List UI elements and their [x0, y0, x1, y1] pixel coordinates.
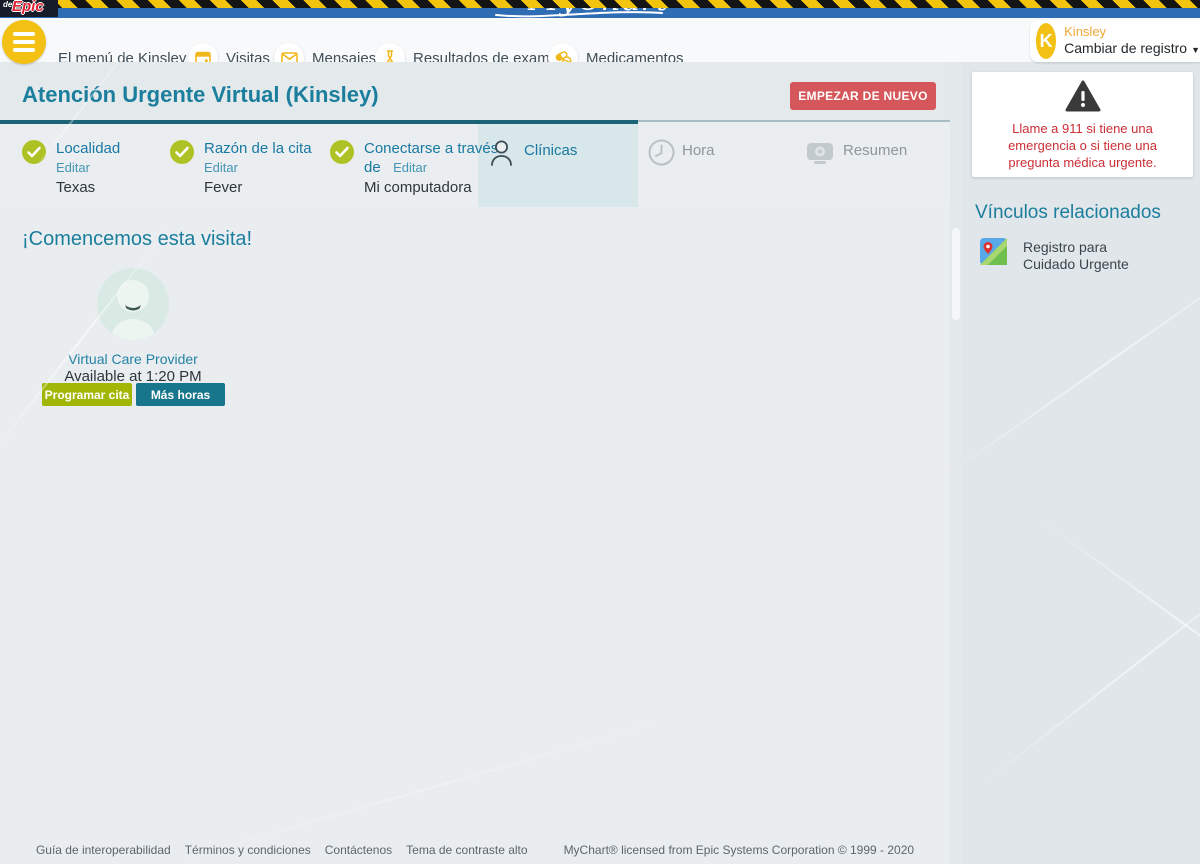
- user-switch-chip[interactable]: K Kinsley Cambiar de registro▼: [1030, 20, 1200, 62]
- edit-location-link[interactable]: Editar: [56, 160, 90, 176]
- emergency-notice-text: Llame a 911 si tiene una emergencia o si…: [972, 118, 1193, 171]
- provider-avatar: [97, 268, 169, 340]
- switch-record-label: Cambiar de registro▼: [1064, 40, 1200, 58]
- warning-triangle-icon: [1065, 80, 1101, 113]
- step-title: Razón de la cita: [204, 140, 312, 158]
- mychart-swoosh-icon: [494, 9, 664, 18]
- clock-icon: [648, 139, 675, 166]
- nav-bar: El menú de Kinsley Visitas Mensajes: [0, 18, 1200, 62]
- step-value: Texas: [56, 179, 120, 197]
- visit-heading: ¡Comencemos esta visita!: [22, 228, 252, 251]
- webcam-icon: [806, 143, 834, 164]
- footer-link-contact[interactable]: Contáctenos: [325, 843, 392, 857]
- step-title: Conectarse a través: [364, 140, 498, 158]
- schedule-appointment-button[interactable]: Programar cita: [42, 383, 132, 406]
- mychart-app: MyChart de Epic El menú de Kinsley Visit…: [0, 0, 1200, 864]
- check-icon: [170, 140, 194, 164]
- step-conectarse: Conectarse a través de Editar Mi computa…: [330, 140, 498, 197]
- step-resumen-label: Resumen: [843, 142, 907, 159]
- license-text: MyChart® licensed from Epic Systems Corp…: [564, 843, 915, 857]
- step-title-line2: de: [364, 159, 381, 176]
- start-over-button[interactable]: EMPEZAR DE NUEVO: [790, 82, 936, 110]
- footer: Guía de interoperabilidad Términos y con…: [0, 843, 950, 857]
- chevron-down-icon: ▼: [1191, 45, 1200, 55]
- step-value: Fever: [204, 179, 312, 197]
- step-clinicas-label: Clínicas: [524, 142, 577, 159]
- background-streak: [160, 716, 680, 864]
- epic-logo-prefix: de: [3, 0, 12, 9]
- urgent-care-registration-link[interactable]: Registro para Cuidado Urgente: [980, 238, 1158, 273]
- emergency-notice-card: Llame a 911 si tiene una emergencia o si…: [972, 72, 1193, 177]
- edit-reason-link[interactable]: Editar: [204, 160, 238, 176]
- step-value: Mi computadora: [364, 179, 498, 197]
- person-icon: [490, 139, 513, 167]
- step-title: Localidad: [56, 140, 120, 158]
- scrollbar-thumb[interactable]: [952, 228, 960, 320]
- step-hora-label: Hora: [682, 142, 715, 159]
- person-silhouette-icon: [97, 268, 169, 340]
- step-razon: Razón de la cita Editar Fever: [170, 140, 312, 197]
- provider-name-link[interactable]: Virtual Care Provider: [33, 351, 233, 367]
- footer-link-terms[interactable]: Términos y condiciones: [185, 843, 311, 857]
- scrollbar-track[interactable]: [950, 62, 962, 864]
- background-streak: [0, 222, 173, 460]
- title-bar: Atención Urgente Virtual (Kinsley) EMPEZ…: [0, 62, 950, 120]
- step-localidad: Localidad Editar Texas: [22, 140, 120, 197]
- footer-link-contrast-theme[interactable]: Tema de contraste alto: [406, 843, 527, 857]
- related-links-heading: Vínculos relacionados: [975, 202, 1161, 224]
- epic-logo-word: Epic: [12, 0, 44, 15]
- right-sidebar: Llame a 911 si tiene una emergencia o si…: [962, 62, 1200, 864]
- check-icon: [330, 140, 354, 164]
- edit-connection-link[interactable]: Editar: [393, 160, 427, 176]
- epic-logo: de Epic: [0, 0, 58, 17]
- caution-stripe: [0, 0, 1200, 8]
- check-icon: [22, 140, 46, 164]
- footer-link-interoperability[interactable]: Guía de interoperabilidad: [36, 843, 171, 857]
- map-icon: [980, 238, 1007, 265]
- hamburger-menu-button[interactable]: [2, 20, 46, 64]
- page-title: Atención Urgente Virtual (Kinsley): [22, 82, 379, 108]
- stepper-progress-line: [0, 120, 638, 124]
- more-times-button[interactable]: Más horas: [136, 383, 225, 406]
- scheduling-stepper: Localidad Editar Texas Razón de la cita …: [0, 120, 950, 207]
- brand-bar: MyChart de Epic: [0, 0, 1200, 18]
- user-name: Kinsley: [1064, 24, 1200, 40]
- stepper-remaining-line: [638, 120, 950, 122]
- avatar: K: [1036, 23, 1056, 59]
- related-link-label: Registro para Cuidado Urgente: [1023, 238, 1158, 273]
